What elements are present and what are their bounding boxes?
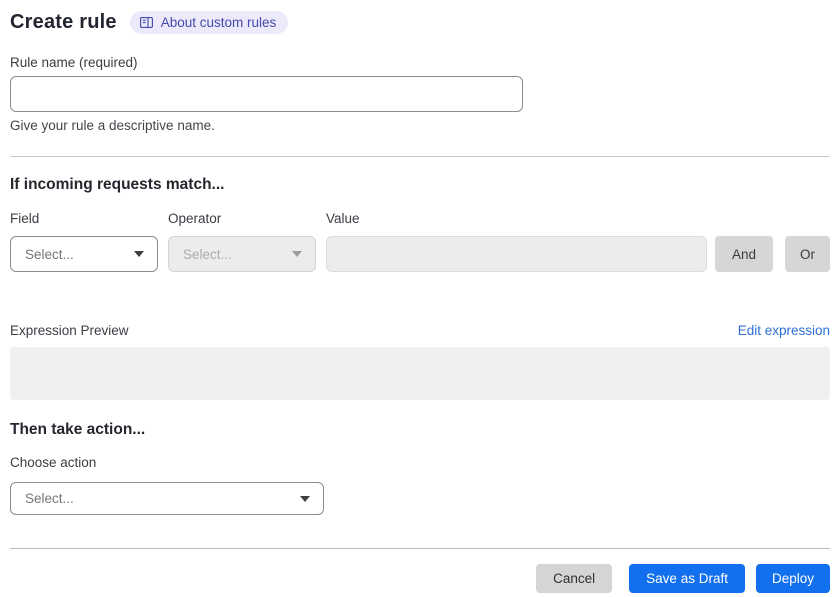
choose-action-label: Choose action [10,455,97,470]
and-button[interactable]: And [714,236,773,272]
rule-name-helper-text: Give your rule a descriptive name. [10,118,215,133]
operator-select-placeholder: Select... [183,246,232,262]
cancel-button[interactable]: Cancel [536,564,613,593]
footer-actions: Cancel Save as Draft Deploy [10,564,830,593]
caret-down-icon [300,495,310,502]
rule-name-label: Rule name (required) [10,55,138,70]
divider [10,548,830,549]
save-as-draft-button[interactable]: Save as Draft [629,564,745,593]
field-select[interactable]: Select... [10,236,158,272]
value-input [326,236,707,272]
create-rule-form: Create rule About custom rules Rule name… [0,0,839,593]
operator-select: Select... [168,236,316,272]
about-custom-rules-link[interactable]: About custom rules [129,11,289,34]
expression-preview-label: Expression Preview [10,323,129,338]
action-select[interactable]: Select... [10,482,324,515]
deploy-button[interactable]: Deploy [755,564,830,593]
page-title: Create rule [10,11,117,33]
caret-down-icon [292,251,302,257]
book-icon [139,15,154,30]
field-select-placeholder: Select... [25,246,74,262]
divider [10,156,830,157]
action-select-placeholder: Select... [25,491,74,506]
match-labels-row: Field Operator Value [10,211,830,226]
edit-expression-link[interactable]: Edit expression [738,323,830,338]
field-label: Field [10,211,40,226]
expression-preview-row: Expression Preview Edit expression [10,323,830,338]
match-section-heading: If incoming requests match... [10,176,225,193]
page-header: Create rule About custom rules [10,11,830,34]
about-custom-rules-label: About custom rules [160,15,277,30]
action-section-heading: Then take action... [10,421,146,438]
or-button[interactable]: Or [785,236,830,272]
match-controls-row: Select... Select... And Or [10,236,830,272]
rule-name-input[interactable] [10,76,523,112]
expression-preview-box [10,347,830,400]
caret-down-icon [134,251,144,257]
operator-label: Operator [168,211,222,226]
value-label: Value [326,211,360,226]
